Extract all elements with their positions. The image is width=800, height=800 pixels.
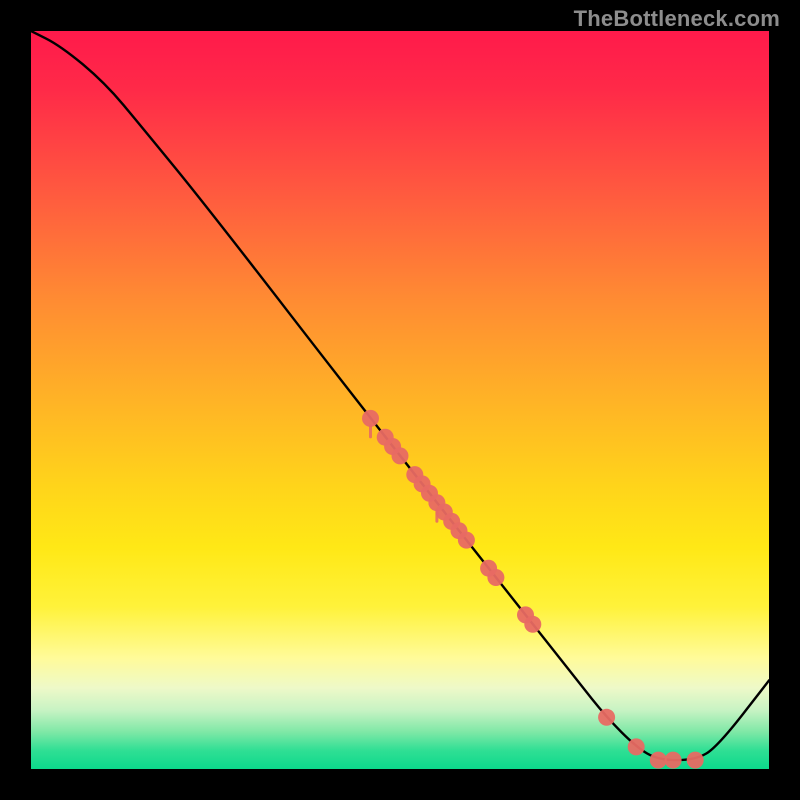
data-marker: [687, 752, 704, 769]
data-marker: [650, 752, 667, 769]
bottleneck-curve: [31, 31, 769, 760]
chart-overlay: [31, 31, 769, 769]
data-marker: [665, 752, 682, 769]
data-marker: [458, 532, 475, 549]
data-marker: [628, 738, 645, 755]
plot-area: [31, 31, 769, 769]
data-marker: [524, 616, 541, 633]
data-marker: [392, 447, 409, 464]
watermark-text: TheBottleneck.com: [574, 6, 780, 32]
data-marker: [362, 410, 379, 427]
chart-frame: TheBottleneck.com: [0, 0, 800, 800]
data-marker: [598, 709, 615, 726]
data-marker: [487, 569, 504, 586]
data-markers: [362, 410, 704, 769]
data-marker-drip: [369, 424, 372, 438]
